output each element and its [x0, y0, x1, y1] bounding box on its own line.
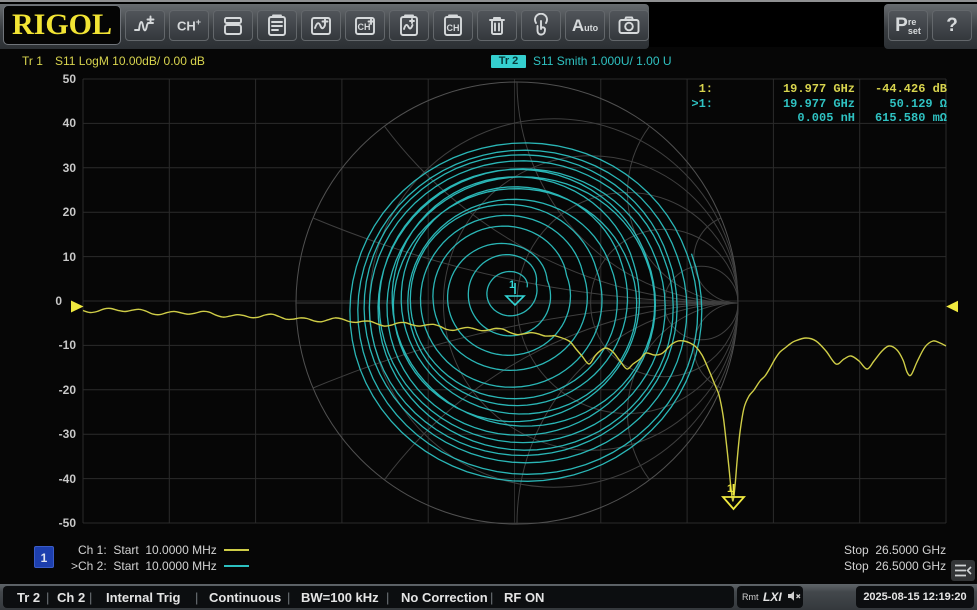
svg-text:CH: CH	[358, 22, 371, 32]
svg-text:CH: CH	[447, 23, 460, 33]
